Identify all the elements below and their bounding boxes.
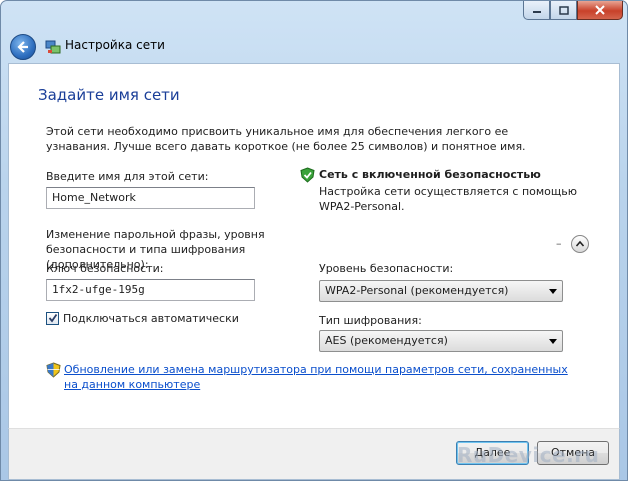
- network-setup-icon: [45, 40, 61, 54]
- title-bar: [1, 1, 627, 31]
- collapse-dash: –: [556, 237, 562, 250]
- uac-shield-icon: [46, 362, 61, 378]
- security-title: Сеть с включенной безопасностью: [319, 168, 541, 181]
- security-description: Настройка сети осуществляется с помощью …: [319, 185, 578, 213]
- encryption-label: Тип шифрования:: [319, 314, 422, 327]
- close-icon: [595, 5, 605, 15]
- checkmark-icon: [48, 313, 58, 323]
- maximize-icon: [558, 5, 569, 15]
- security-level-select[interactable]: WPA2-Personal (рекомендуется): [319, 280, 563, 302]
- navigation-title: Настройка сети: [65, 38, 165, 52]
- close-button[interactable]: [577, 1, 623, 20]
- back-arrow-icon: [17, 41, 28, 53]
- auto-connect-label[interactable]: Подключаться автоматически: [63, 312, 239, 325]
- router-settings-link[interactable]: Обновление или замена маршрутизатора при…: [64, 362, 584, 392]
- security-level-label: Уровень безопасности:: [319, 262, 454, 275]
- collapse-advanced-button[interactable]: [571, 235, 589, 253]
- security-key-label: Ключ безопасности:: [46, 262, 164, 275]
- security-level-value: WPA2-Personal (рекомендуется): [325, 284, 509, 297]
- page-description: Этой сети необходимо присвоить уникально…: [46, 125, 526, 153]
- network-name-label: Введите имя для этой сети:: [46, 170, 209, 183]
- caption-buttons: [523, 1, 623, 20]
- minimize-button[interactable]: [523, 1, 550, 20]
- minimize-icon: [532, 11, 541, 13]
- chevron-down-icon: [549, 339, 557, 344]
- page-heading: Задайте имя сети: [38, 86, 180, 104]
- network-name-input[interactable]: Home_Network: [46, 187, 255, 209]
- encryption-value: AES (рекомендуется): [325, 334, 448, 347]
- maximize-button[interactable]: [550, 1, 577, 20]
- security-key-input[interactable]: 1fx2-ufge-195g: [46, 279, 255, 301]
- encryption-select[interactable]: AES (рекомендуется): [319, 330, 563, 352]
- back-button[interactable]: [10, 34, 36, 60]
- chevron-down-icon: [549, 289, 557, 294]
- security-shield-icon: [300, 167, 315, 183]
- watermark: RuDevice.ru: [457, 443, 600, 467]
- collapse-arrow-icon: [576, 240, 584, 247]
- auto-connect-checkbox[interactable]: [46, 312, 59, 325]
